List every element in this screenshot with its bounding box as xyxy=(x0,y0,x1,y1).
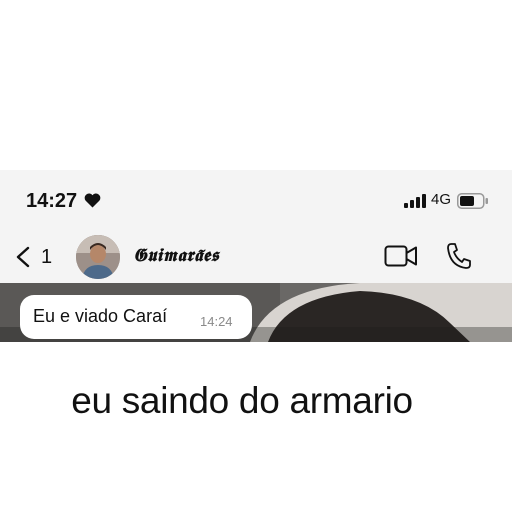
network-label: 4G xyxy=(431,191,452,208)
phone-icon[interactable] xyxy=(446,242,472,270)
message-bubble[interactable]: Eu e viado Caraí 14:24 xyxy=(20,295,252,339)
video-call-icon[interactable] xyxy=(384,245,418,267)
contact-name[interactable]: 𝕲𝖚𝖎𝖒𝖆𝖗𝖆̃𝖊𝖘 xyxy=(133,245,219,266)
signal-bars-icon xyxy=(404,194,426,208)
chat-header: 1 𝕲𝖚𝖎𝖒𝖆𝖗𝖆̃𝖊𝖘 xyxy=(0,230,512,283)
status-time: 14:27 xyxy=(26,190,78,212)
status-bar: 14:27 4G xyxy=(0,170,512,230)
battery-icon xyxy=(457,193,488,209)
heart-icon xyxy=(84,193,101,208)
avatar[interactable] xyxy=(76,235,120,279)
unread-count[interactable]: 1 xyxy=(41,246,52,269)
message-time: 14:24 xyxy=(200,314,233,329)
message-text: Eu e viado Caraí xyxy=(33,306,168,326)
back-chevron-icon[interactable] xyxy=(15,246,31,268)
chat-background: Eu e viado Caraí 14:24 xyxy=(0,283,512,342)
meme-caption: eu saindo do armario xyxy=(71,380,413,421)
chat-screenshot: 14:27 4G 1 𝕲𝖚𝖎𝖒𝖆𝖗𝖆̃𝖊𝖘 Eu e viado Caraí 1… xyxy=(0,170,512,342)
